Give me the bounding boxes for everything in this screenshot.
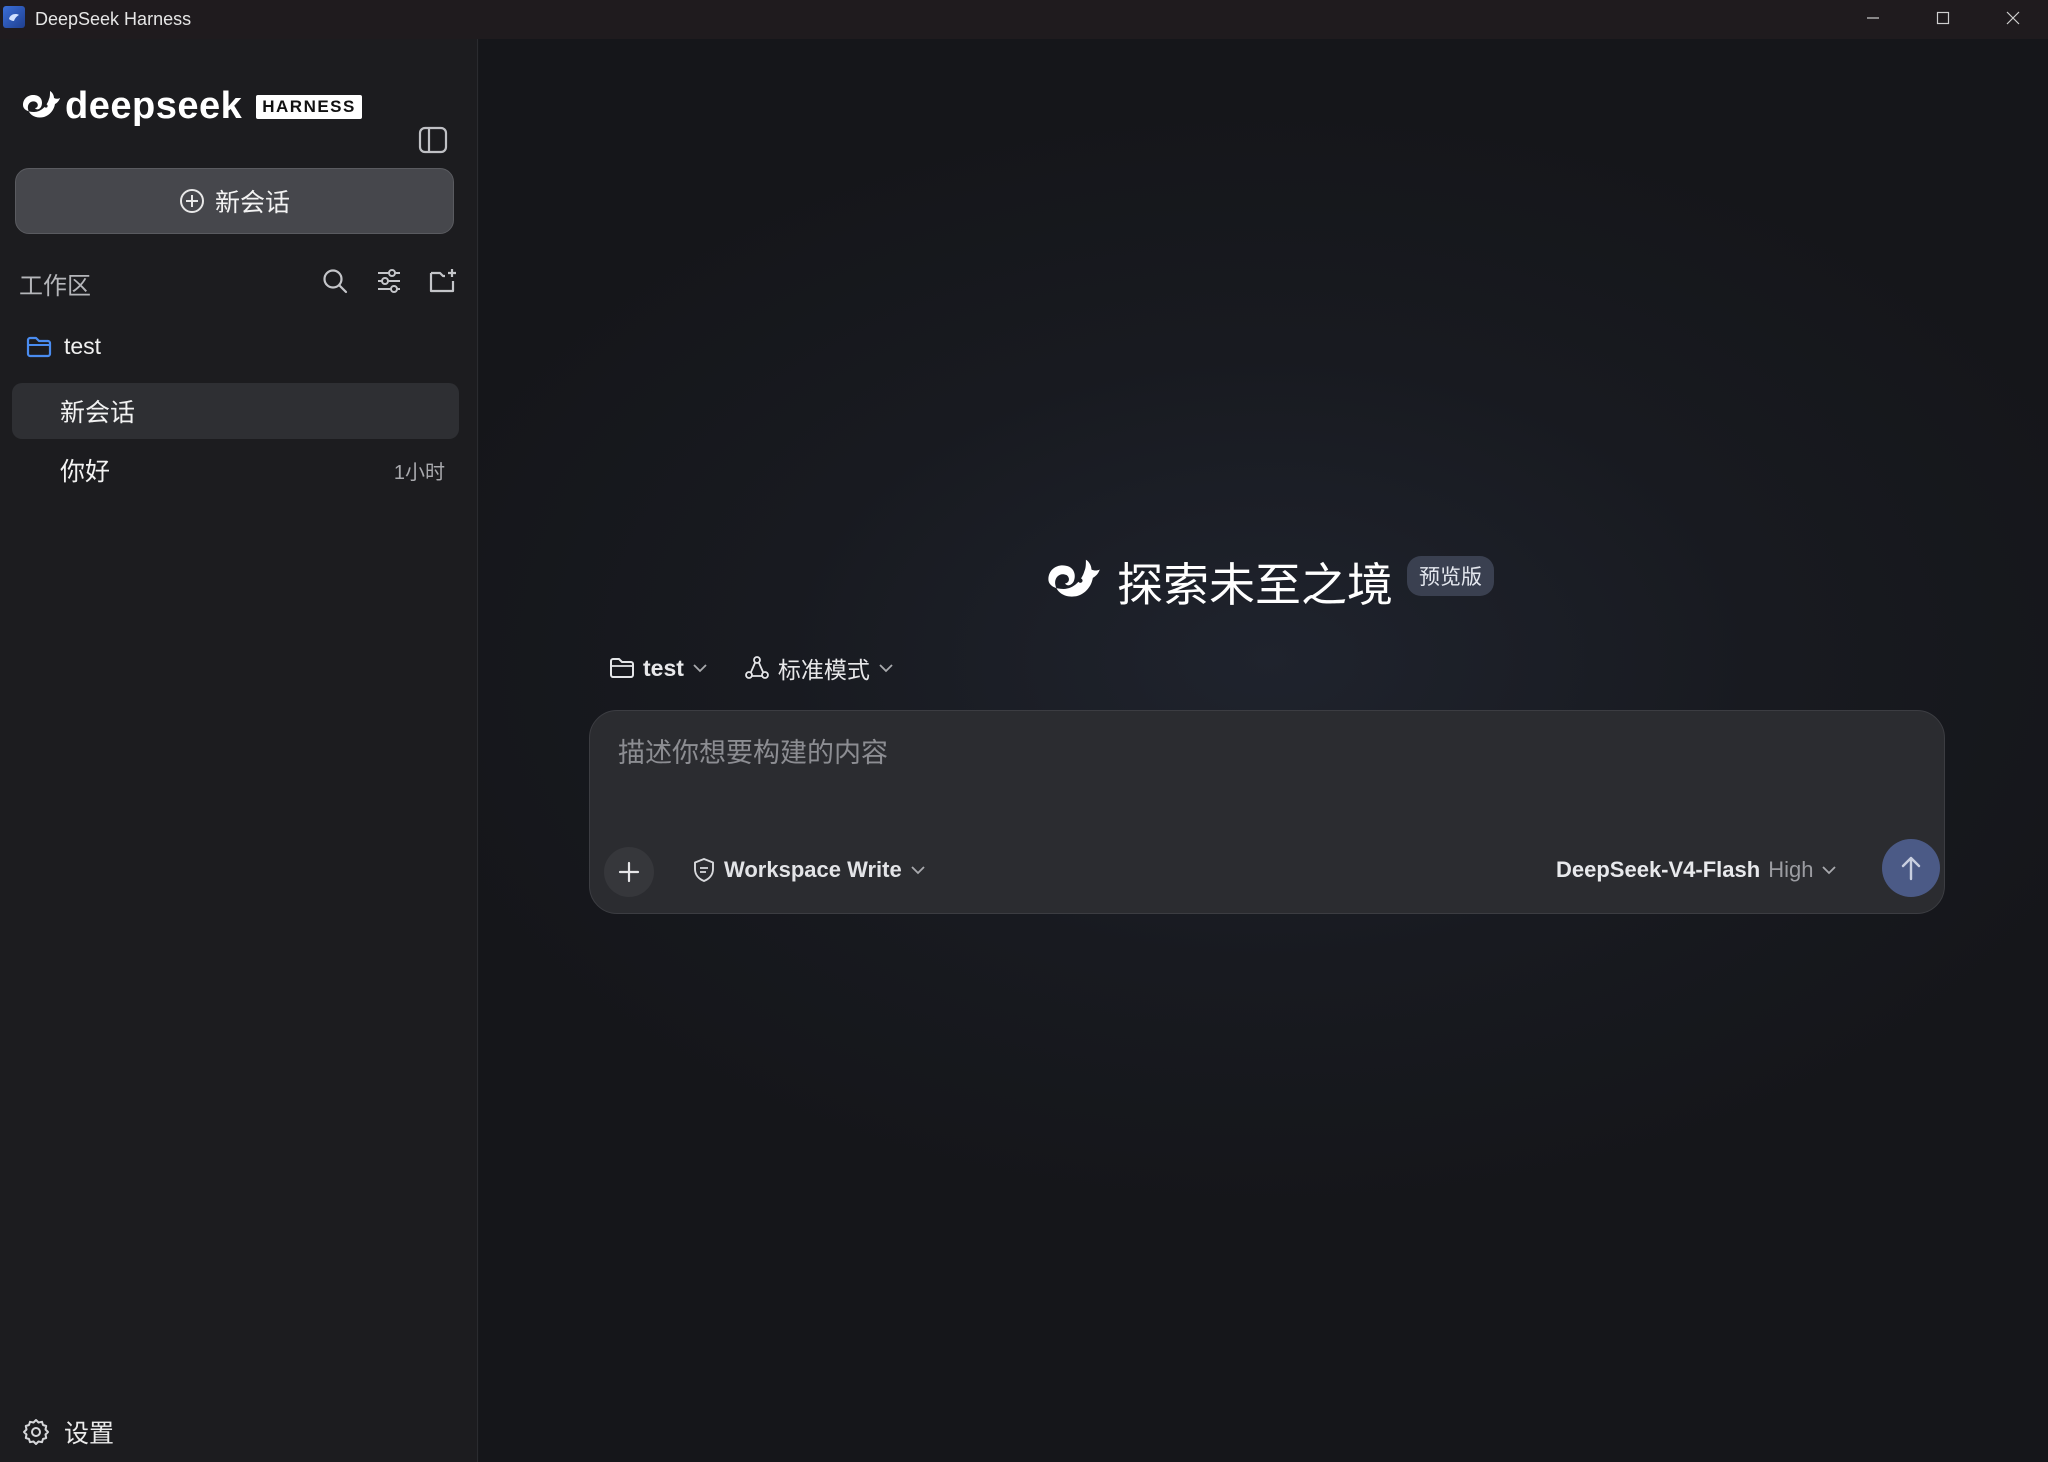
chevron-down-icon <box>1822 866 1837 875</box>
shield-icon <box>694 858 714 882</box>
chat-item[interactable]: 你好 1小时 <box>12 442 459 498</box>
brand-name: deepseek <box>65 85 243 127</box>
folder-test[interactable]: test <box>26 333 101 360</box>
plus-icon <box>618 861 640 883</box>
settings-button[interactable]: 设置 <box>22 1414 114 1450</box>
new-folder-button[interactable] <box>427 265 459 297</box>
mode-icon <box>745 656 769 679</box>
gear-icon <box>23 1419 49 1445</box>
whale-logo-icon <box>1048 559 1100 597</box>
new-folder-icon <box>429 269 456 293</box>
whale-logo-icon <box>23 90 60 118</box>
folder-icon <box>610 658 634 678</box>
new-chat-button[interactable]: 新会话 <box>15 168 454 234</box>
mode-select[interactable]: 标准模式 <box>744 651 894 685</box>
chat-item-label: 新会话 <box>60 399 136 427</box>
folder-label: test <box>64 333 102 359</box>
sidebar-toggle-button[interactable] <box>418 126 448 154</box>
settings-label: 设置 <box>64 1420 115 1448</box>
window-title: DeepSeek Harness <box>35 9 192 29</box>
send-button[interactable] <box>1882 839 1940 897</box>
chevron-down-icon <box>879 664 893 673</box>
search-icon <box>323 269 348 294</box>
hero: 探索未至之境 预览版 <box>1041 549 1494 615</box>
hero-title: 探索未至之境 <box>1117 559 1393 611</box>
workspace-select-label: test <box>643 654 684 681</box>
close-button[interactable] <box>1978 0 2048 36</box>
workspace-title: 工作区 <box>19 272 91 300</box>
search-button[interactable] <box>319 265 351 297</box>
preview-badge: 预览版 <box>1407 556 1494 596</box>
chat-item-label: 你好 <box>60 458 111 486</box>
minimize-button[interactable] <box>1838 0 1908 36</box>
app-icon <box>3 5 25 28</box>
sidebar-toggle-icon <box>418 126 448 154</box>
composer: Workspace Write DeepSeek-V4-Flash High <box>589 710 1945 914</box>
chevron-down-icon <box>693 664 707 673</box>
filter-button[interactable] <box>373 265 405 297</box>
maximize-button[interactable] <box>1908 0 1978 36</box>
permission-select[interactable]: Workspace Write <box>692 857 926 883</box>
chat-item-time: 1小时 <box>393 461 445 484</box>
minimize-icon <box>1867 17 1879 19</box>
sidebar: deepseek HARNESS 新会话 工作区 test 新会话 你好 1小时… <box>0 39 478 1462</box>
chevron-down-icon <box>911 866 925 875</box>
attach-button[interactable] <box>604 847 654 897</box>
workspace-header: 工作区 <box>19 265 459 301</box>
selector-row: test 标准模式 <box>609 651 894 685</box>
mode-select-label: 标准模式 <box>777 657 870 683</box>
reasoning-level: High <box>1768 857 1814 882</box>
prompt-input[interactable] <box>616 733 1866 773</box>
plus-circle-icon <box>179 189 204 213</box>
model-name: DeepSeek-V4-Flash <box>1556 857 1761 882</box>
close-icon <box>2006 11 2020 25</box>
main-panel: 探索未至之境 预览版 test 标准模式 描述你想要构建的内容 Workspac… <box>479 39 2048 1462</box>
brand-badge: HARNESS <box>256 94 362 119</box>
new-chat-label: 新会话 <box>214 189 290 217</box>
folder-icon <box>26 336 52 357</box>
permission-label: Workspace Write <box>724 857 902 882</box>
window-controls <box>1838 0 2048 36</box>
brand: deepseek HARNESS <box>19 85 362 128</box>
filter-icon <box>378 269 400 293</box>
maximize-icon <box>1936 11 1950 25</box>
chat-item[interactable]: 新会话 <box>12 383 459 439</box>
workspace-tools <box>319 265 459 297</box>
arrow-up-icon <box>1901 856 1921 881</box>
model-select[interactable]: DeepSeek-V4-Flash High <box>1556 857 1837 883</box>
title-bar: DeepSeek Harness <box>0 0 2048 39</box>
workspace-select[interactable]: test <box>609 655 708 682</box>
